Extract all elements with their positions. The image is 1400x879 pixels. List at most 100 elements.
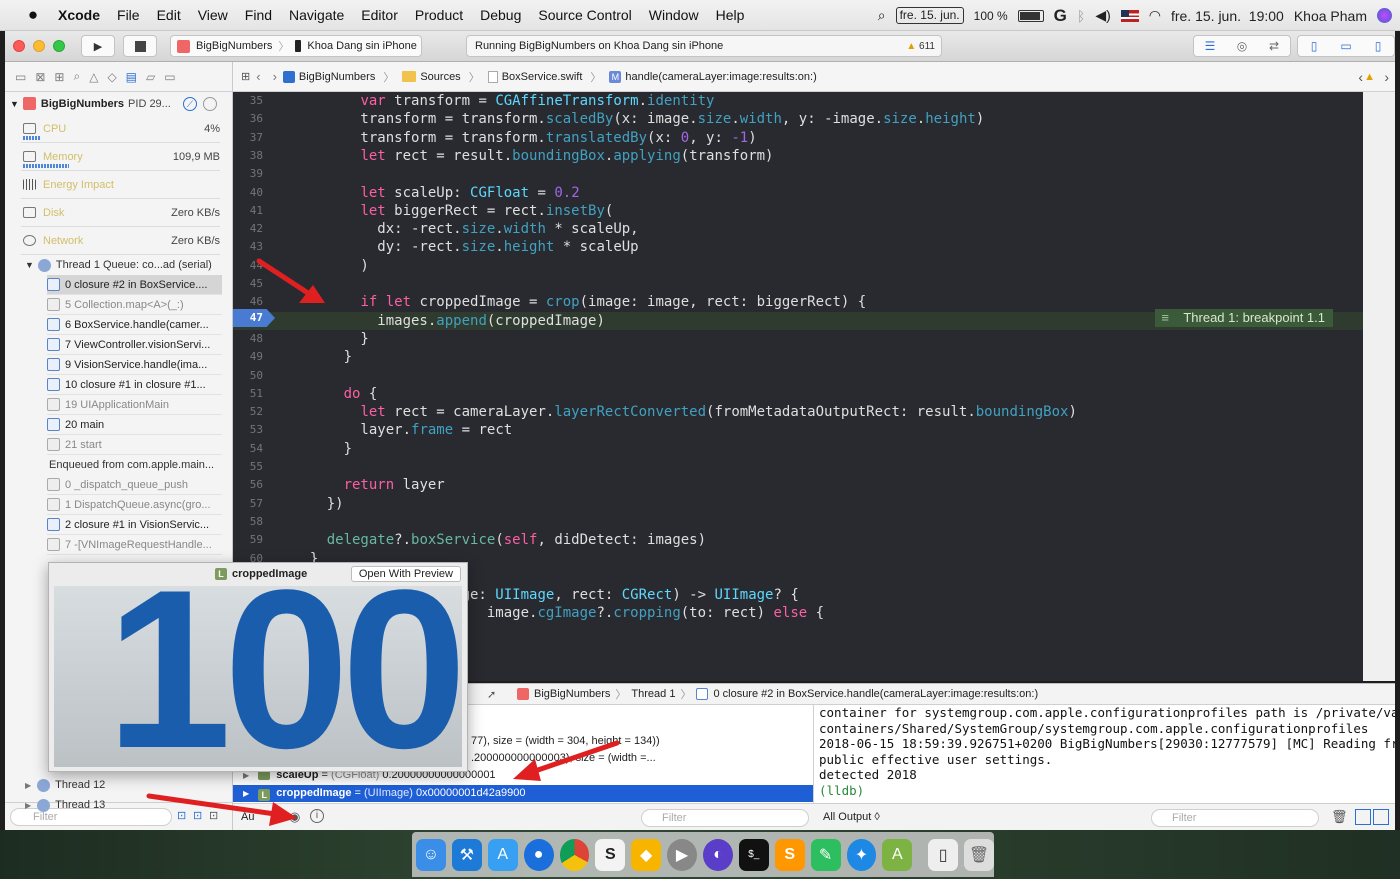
breadcrumb-file[interactable]: BoxService.swift: [487, 70, 582, 83]
code-line[interactable]: 52 let rect = cameraLayer.layerRectConve…: [233, 403, 1363, 421]
code-line[interactable]: 56 return layer: [233, 476, 1363, 494]
stack-frame-row[interactable]: 9 VisionService.handle(ima...: [47, 355, 222, 375]
issue-prev-icon[interactable]: ‹: [1358, 69, 1363, 85]
debug-area-toggle-icon[interactable]: ▭: [1330, 39, 1362, 53]
debug-breadcrumb-thread[interactable]: Thread 1: [631, 688, 675, 700]
code-line[interactable]: 51 do {: [233, 385, 1363, 403]
zip-icon[interactable]: ▯: [928, 838, 959, 871]
location-icon[interactable]: ➚: [487, 688, 496, 701]
menu-view[interactable]: View: [198, 7, 228, 23]
debug-navigator-icon[interactable]: ▤: [126, 70, 137, 84]
stack-frame-row[interactable]: 20 main: [47, 415, 222, 435]
stack-frame-row[interactable]: 7 ViewController.visionServi...: [47, 335, 222, 355]
open-with-preview-button[interactable]: Open With Preview: [350, 566, 461, 582]
breadcrumb-method[interactable]: Mhandle(cameraLayer:image:results:on:): [609, 70, 817, 83]
thread-row[interactable]: ▶ Thread 12: [5, 775, 105, 795]
enqueued-frame-row[interactable]: 0 _dispatch_queue_push: [47, 475, 222, 495]
sketch-icon[interactable]: S: [595, 838, 626, 871]
thread-1-row[interactable]: ▼ Thread 1 Queue: co...ad (serial): [5, 255, 232, 275]
disclosure-icon[interactable]: ▼: [25, 260, 34, 270]
disclosure-icon[interactable]: ▶: [243, 789, 249, 798]
network-gauge[interactable]: Network Zero KB/s: [21, 227, 220, 255]
show-variables-icon[interactable]: [1355, 809, 1371, 825]
issue-navigator-icon[interactable]: △: [89, 70, 98, 84]
stack-frame-row[interactable]: 19 UIApplicationMain: [47, 395, 222, 415]
menu-editor[interactable]: Editor: [361, 7, 398, 23]
issue-warning-icon[interactable]: ▲: [1364, 71, 1375, 83]
code-line[interactable]: 48 }: [233, 330, 1363, 348]
bluetooth-icon[interactable]: ᛒ: [1077, 8, 1085, 24]
stack-frame-row[interactable]: 10 closure #1 in closure #1...: [47, 375, 222, 395]
siri-icon[interactable]: [1377, 8, 1392, 23]
menu-find[interactable]: Find: [245, 7, 272, 23]
flag-icon[interactable]: [1120, 9, 1139, 22]
forward-button[interactable]: ›: [273, 69, 277, 84]
sketch-gem-icon[interactable]: ◆: [631, 838, 662, 871]
disclosure-icon[interactable]: ▶: [25, 801, 31, 810]
stop-button[interactable]: [123, 35, 157, 57]
breakpoint-marker[interactable]: 47: [233, 309, 275, 327]
grammarly-icon[interactable]: G: [1054, 6, 1067, 26]
code-line[interactable]: 39: [233, 165, 1363, 183]
menu-source-control[interactable]: Source Control: [538, 7, 631, 23]
energy-gauge[interactable]: Energy Impact: [21, 171, 220, 199]
filter-threads-icon[interactable]: ⊡: [177, 809, 186, 822]
process-row[interactable]: ▼ BigBigNumbers PID 29... ⟋: [5, 92, 232, 115]
filter-options-icon[interactable]: ⊡: [209, 809, 218, 822]
debug-breadcrumb-project[interactable]: BigBigNumbers: [534, 688, 610, 700]
menu-debug[interactable]: Debug: [480, 7, 521, 23]
date-badge[interactable]: fre. 15. jun.: [895, 7, 964, 24]
code-line[interactable]: 36 transform = transform.scaledBy(x: ima…: [233, 110, 1363, 128]
breakpoint-annotation[interactable]: Thread 1: breakpoint 1.1: [1155, 309, 1333, 327]
menu-product[interactable]: Product: [415, 7, 463, 23]
spotlight-icon[interactable]: ⌕: [878, 7, 886, 24]
related-items-icon[interactable]: ⊞: [241, 70, 250, 83]
assistant-editor-icon[interactable]: ◎: [1226, 39, 1258, 53]
code-line[interactable]: 57 }): [233, 495, 1363, 513]
volume-icon[interactable]: ◀): [1095, 7, 1110, 24]
process-options-icon[interactable]: [202, 96, 217, 111]
disk-gauge[interactable]: Disk Zero KB/s: [21, 199, 220, 227]
source-control-navigator-icon[interactable]: ⊠: [35, 70, 45, 84]
code-line[interactable]: 49 }: [233, 348, 1363, 366]
test-navigator-icon[interactable]: ◇: [107, 70, 116, 84]
debug-breadcrumb-frame[interactable]: 0 closure #2 in BoxService.handle(camera…: [713, 688, 1038, 700]
code-line[interactable]: 40 let scaleUp: CGFloat = 0.2: [233, 184, 1363, 202]
find-navigator-icon[interactable]: ⌕: [73, 69, 80, 84]
standard-editor-icon[interactable]: ☰: [1194, 39, 1226, 53]
show-console-icon[interactable]: [1373, 809, 1389, 825]
debug-console[interactable]: container for systemgroup.com.apple.conf…: [813, 705, 1395, 803]
run-button[interactable]: ▶: [81, 35, 115, 57]
code-line[interactable]: 59 delegate?.boxService(self, didDetect:…: [233, 531, 1363, 549]
filter-frames-icon[interactable]: ⊡: [193, 809, 202, 822]
terminal-icon[interactable]: $_: [738, 838, 769, 871]
auto-scope-label[interactable]: Au: [241, 811, 254, 823]
stack-frame-row[interactable]: 6 BoxService.handle(camer...: [47, 315, 222, 335]
xcode-icon[interactable]: ⚒: [451, 838, 482, 871]
maps-icon[interactable]: ●: [523, 838, 554, 871]
code-line[interactable]: 41 let biggerRect = rect.insetBy(: [233, 202, 1363, 220]
output-selector[interactable]: All Output ◊: [823, 811, 880, 823]
breakpoint-navigator-icon[interactable]: ▱: [146, 70, 155, 84]
apple-logo-icon[interactable]: ●: [22, 4, 44, 26]
trash-icon[interactable]: 🗑: [1331, 809, 1348, 825]
code-line[interactable]: 37 transform = transform.translatedBy(x:…: [233, 129, 1363, 147]
zoom-window-button[interactable]: [53, 40, 65, 52]
code-line[interactable]: 45: [233, 275, 1363, 293]
scheme-selector[interactable]: BigBigNumbers 〉 Khoa Dang sin iPhone: [170, 35, 422, 57]
minimize-window-button[interactable]: [33, 40, 45, 52]
clock[interactable]: fre. 15. jun. 19:00: [1171, 8, 1284, 24]
code-line[interactable]: 58: [233, 513, 1363, 531]
memory-gauge[interactable]: Memory 109,9 MB: [21, 143, 220, 171]
navigator-toggle-icon[interactable]: ▯: [1298, 39, 1330, 53]
editor-minimap[interactable]: [1363, 92, 1395, 681]
android-studio-icon[interactable]: A: [882, 838, 913, 871]
wifi-icon[interactable]: ◠: [1149, 7, 1161, 24]
enqueued-frame-row[interactable]: 2 closure #1 in VisionServic...: [47, 515, 222, 535]
disclosure-icon[interactable]: ▶: [243, 771, 249, 780]
code-line[interactable]: 50: [233, 367, 1363, 385]
menu-help[interactable]: Help: [716, 7, 745, 23]
user-name[interactable]: Khoa Pham: [1294, 8, 1367, 24]
issue-next-icon[interactable]: ›: [1384, 69, 1389, 85]
code-line[interactable]: 54 }: [233, 440, 1363, 458]
